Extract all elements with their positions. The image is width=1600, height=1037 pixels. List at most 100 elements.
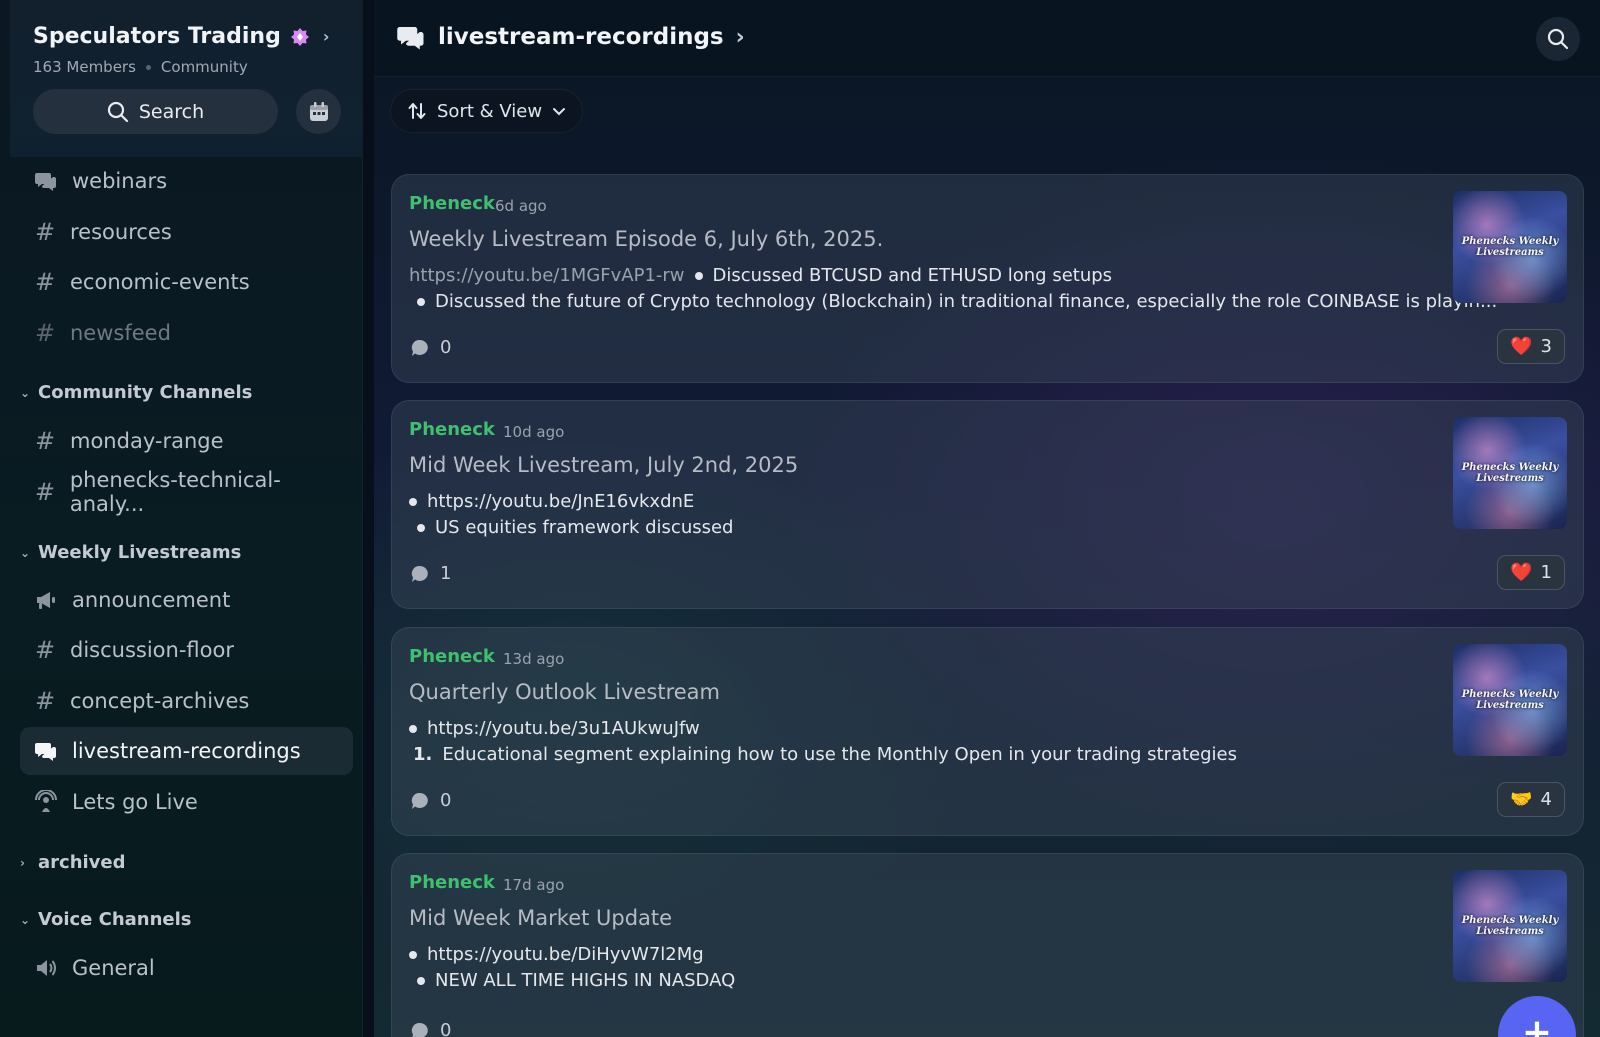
- channel-livestream-recordings[interactable]: livestream-recordings: [20, 727, 353, 775]
- channel-title-button[interactable]: livestream-recordings ›: [396, 22, 745, 52]
- category-archived[interactable]: › archived: [20, 852, 126, 873]
- search-icon: [107, 101, 128, 122]
- post-thumbnail[interactable]: Phenecks Weekly Livestreams: [1453, 644, 1567, 756]
- channel-label: discussion-floor: [70, 638, 234, 662]
- channel-monday-range[interactable]: # monday-range: [20, 417, 353, 465]
- search-label: Search: [138, 100, 205, 123]
- chevron-right-icon: ›: [322, 27, 330, 46]
- post-thumbnail[interactable]: Phenecks Weekly Livestreams: [1453, 191, 1567, 303]
- channel-label: livestream-recordings: [72, 739, 301, 763]
- post-title: Mid Week Market Update: [409, 906, 673, 930]
- list-number: 1.: [413, 744, 433, 765]
- boost-badge-icon: [289, 26, 311, 48]
- post-preview-text: US equities framework discussed: [435, 517, 734, 538]
- server-name-button[interactable]: Speculators Trading ›: [33, 24, 329, 49]
- chevron-right-icon: ›: [20, 855, 25, 870]
- post-timestamp: 6d ago: [495, 197, 547, 215]
- plus-icon: +: [1521, 1012, 1553, 1037]
- events-button[interactable]: [296, 89, 341, 134]
- forum-icon: [34, 169, 58, 193]
- post-author[interactable]: Pheneck: [409, 646, 495, 667]
- bullet-dot: [694, 271, 703, 280]
- separator-dot: [145, 64, 151, 70]
- channel-label: concept-archives: [70, 689, 250, 713]
- bullet-dot: [409, 497, 417, 506]
- post-author[interactable]: Pheneck: [409, 872, 495, 893]
- reaction-count: 1: [1540, 562, 1552, 583]
- category-weekly-livestreams[interactable]: ⌄ Weekly Livestreams: [20, 542, 241, 563]
- channel-newsfeed[interactable]: # newsfeed: [20, 309, 353, 357]
- category-label: archived: [38, 852, 126, 873]
- forum-post[interactable]: Pheneck 10d ago Mid Week Livestream, Jul…: [391, 400, 1584, 609]
- sort-view-button[interactable]: Sort & View: [390, 89, 584, 133]
- server-search-button[interactable]: Search: [33, 89, 278, 134]
- reaction-heart[interactable]: ❤️ 3: [1497, 329, 1565, 364]
- channel-name: livestream-recordings: [438, 24, 724, 50]
- reaction-count: 4: [1540, 789, 1552, 810]
- search-icon: [1547, 28, 1569, 50]
- post-preview-text: Discussed BTCUSD and ETHUSD long setups: [712, 265, 1113, 286]
- post-thumbnail[interactable]: Phenecks Weekly Livestreams: [1453, 417, 1567, 529]
- forum-post[interactable]: Pheneck 13d ago Quarterly Outlook Livest…: [391, 627, 1584, 836]
- post-link: https://youtu.be/3u1AUkwuJfw: [427, 718, 700, 739]
- channel-concept-archives[interactable]: # concept-archives: [20, 677, 353, 725]
- comment-count-value: 0: [440, 790, 452, 811]
- channel-lets-go-live[interactable]: Lets go Live: [20, 778, 353, 826]
- channel-label: General: [72, 956, 155, 980]
- post-preview-text: Discussed the future of Crypto technolog…: [435, 291, 1498, 312]
- category-community-channels[interactable]: ⌄ Community Channels: [20, 382, 252, 403]
- channel-resources[interactable]: # resources: [20, 208, 353, 256]
- forum-post[interactable]: Pheneck 6d ago Weekly Livestream Episode…: [391, 174, 1584, 383]
- thumbnail-caption: Phenecks Weekly Livestreams: [1461, 236, 1559, 258]
- chat-bubble-icon: [411, 339, 428, 356]
- post-preview-text: NEW ALL TIME HIGHS IN NASDAQ: [435, 970, 736, 991]
- channel-economic-events[interactable]: # economic-events: [20, 258, 353, 306]
- post-link: https://youtu.be/JnE16vkxdnE: [427, 491, 695, 512]
- post-author[interactable]: Pheneck: [409, 419, 495, 440]
- hash-icon: #: [34, 427, 56, 455]
- sort-icon: [408, 103, 426, 119]
- channel-label: webinars: [72, 169, 168, 193]
- post-timestamp: 10d ago: [503, 423, 565, 441]
- category-label: Community Channels: [38, 382, 253, 403]
- post-link: https://youtu.be/DiHyvW7l2Mg: [427, 944, 704, 965]
- channel-announcement[interactable]: announcement: [20, 576, 353, 624]
- comment-count-value: 0: [440, 337, 452, 358]
- heart-icon: ❤️: [1510, 336, 1533, 357]
- hash-lock-icon: #: [34, 636, 56, 664]
- header-search-button[interactable]: [1536, 17, 1580, 61]
- reaction-handshake[interactable]: 🤝 4: [1497, 782, 1565, 817]
- forum-post[interactable]: Pheneck 17d ago Mid Week Market Update h…: [391, 853, 1584, 1037]
- channel-label: newsfeed: [70, 321, 171, 345]
- post-author[interactable]: Pheneck: [409, 193, 495, 214]
- server-type: Community: [160, 58, 248, 76]
- post-preview-line: US equities framework discussed: [409, 517, 734, 538]
- channel-general-voice[interactable]: General: [20, 944, 353, 992]
- channel-phenecks-technical-analysis[interactable]: # phenecks-technical-analy...: [20, 468, 353, 516]
- channel-discussion-floor[interactable]: # discussion-floor: [20, 626, 353, 674]
- channel-label: economic-events: [70, 270, 250, 294]
- channel-label: Lets go Live: [72, 790, 198, 814]
- chevron-down-icon: ⌄: [20, 912, 31, 927]
- server-name: Speculators Trading: [33, 24, 281, 49]
- server-meta: 163 Members Community: [33, 58, 248, 76]
- hash-lock-icon: #: [34, 687, 56, 715]
- comment-count: 1: [410, 563, 451, 584]
- reaction-count: 3: [1540, 336, 1552, 357]
- bullet-dot: [409, 950, 417, 959]
- post-preview-line: https://youtu.be/DiHyvW7l2Mg: [409, 944, 704, 965]
- post-thumbnail[interactable]: Phenecks Weekly Livestreams: [1453, 870, 1567, 982]
- reaction-heart[interactable]: ❤️ 1: [1497, 555, 1565, 590]
- hash-icon: #: [34, 268, 56, 296]
- member-count: 163 Members: [33, 58, 136, 76]
- category-voice-channels[interactable]: ⌄ Voice Channels: [20, 909, 192, 930]
- channel-label: resources: [70, 220, 172, 244]
- category-label: Voice Channels: [38, 909, 192, 930]
- post-timestamp: 17d ago: [503, 876, 565, 894]
- forum-main: livestream-recordings › Sort & View Phen…: [374, 0, 1600, 1037]
- stage-icon: [34, 790, 58, 814]
- handshake-icon: 🤝: [1510, 789, 1533, 810]
- sort-view-label: Sort & View: [437, 100, 543, 122]
- chat-bubble-icon: [411, 792, 428, 809]
- channel-webinars[interactable]: webinars: [20, 157, 353, 205]
